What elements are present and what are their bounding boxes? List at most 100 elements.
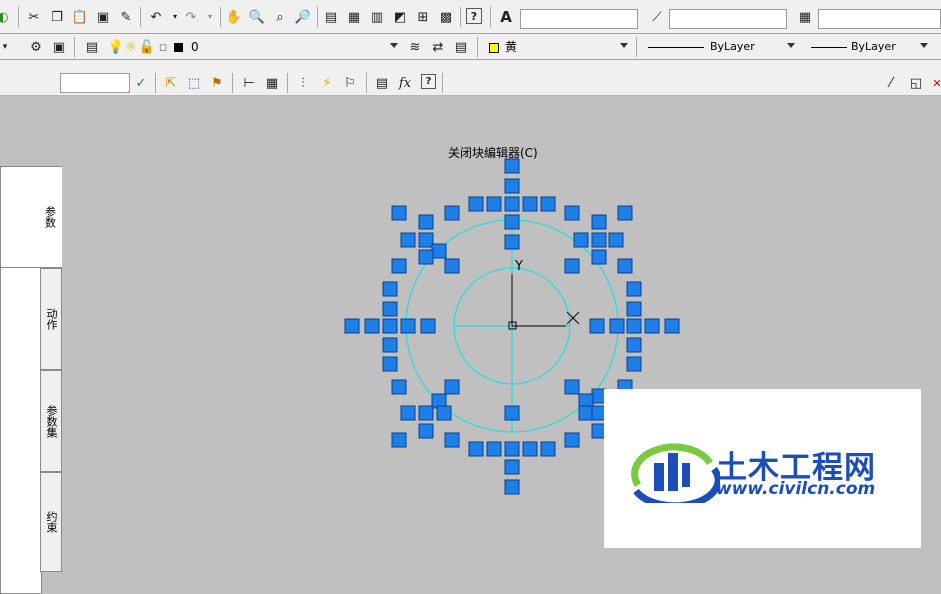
plot-icon[interactable]: ▫ bbox=[154, 38, 172, 56]
grip-square[interactable] bbox=[431, 393, 447, 409]
grip-square[interactable] bbox=[468, 196, 484, 212]
redo-dropdown-icon[interactable]: ▾ bbox=[201, 8, 219, 26]
grip-square[interactable] bbox=[504, 405, 520, 421]
grip-square[interactable] bbox=[591, 214, 607, 230]
text-style-select[interactable] bbox=[520, 9, 638, 29]
lineweight-select[interactable]: ByLayer bbox=[804, 37, 932, 57]
linear-param-icon[interactable]: ⊢ bbox=[240, 74, 258, 92]
grip-square[interactable] bbox=[540, 441, 556, 457]
make-current-layer-icon[interactable]: ≋ bbox=[406, 38, 424, 56]
grip-square[interactable] bbox=[382, 318, 398, 334]
close-block-editor-button[interactable]: 关闭块编辑器(C) bbox=[448, 144, 538, 162]
point-param-icon[interactable]: ⬚ bbox=[185, 74, 203, 92]
grip-square[interactable] bbox=[504, 441, 520, 457]
grip-square[interactable] bbox=[418, 423, 434, 439]
grip-square[interactable] bbox=[444, 258, 460, 274]
grip-square[interactable] bbox=[608, 232, 624, 248]
grip-square[interactable] bbox=[564, 432, 580, 448]
layer-state-icon[interactable]: ▣ bbox=[50, 38, 68, 56]
grip-square[interactable] bbox=[436, 405, 452, 421]
paste-icon[interactable]: 📋 bbox=[71, 8, 89, 26]
grip-square[interactable] bbox=[540, 196, 556, 212]
grip-square[interactable] bbox=[644, 318, 660, 334]
block-table-icon[interactable]: ▦ bbox=[263, 74, 281, 92]
properties-icon[interactable]: ▤ bbox=[322, 8, 340, 26]
zoom-window-icon[interactable]: ⌕ bbox=[271, 8, 289, 26]
outer-circle[interactable] bbox=[405, 219, 619, 433]
grip-square[interactable] bbox=[626, 281, 642, 297]
authoring-icon[interactable]: ⇱ bbox=[162, 74, 180, 92]
grip-square[interactable] bbox=[591, 232, 607, 248]
grip-square[interactable] bbox=[391, 432, 407, 448]
redo-icon[interactable]: ↷ bbox=[182, 8, 200, 26]
grip-square[interactable] bbox=[418, 232, 434, 248]
pan-icon[interactable]: ✋ bbox=[225, 8, 243, 26]
grip-square[interactable] bbox=[364, 318, 380, 334]
attribute-icon[interactable]: ⚑ bbox=[208, 74, 226, 92]
dim-style-select[interactable] bbox=[669, 9, 787, 29]
layer-settings-icon[interactable]: ⚙ bbox=[27, 38, 45, 56]
grip-square[interactable] bbox=[486, 441, 502, 457]
lightning-icon[interactable]: ⚡ bbox=[318, 74, 336, 92]
markup-icon[interactable]: ⊞ bbox=[414, 8, 432, 26]
grip-square[interactable] bbox=[504, 214, 520, 230]
grip-square[interactable] bbox=[418, 249, 434, 265]
layer-select[interactable]: 0 bbox=[186, 37, 402, 57]
grip-square[interactable] bbox=[609, 318, 625, 334]
grip-square[interactable] bbox=[573, 232, 589, 248]
grip-square[interactable] bbox=[400, 232, 416, 248]
grip-square[interactable] bbox=[400, 318, 416, 334]
grip-square[interactable] bbox=[564, 205, 580, 221]
close-icon[interactable]: ✕ bbox=[928, 74, 941, 92]
design-center-icon[interactable]: ▦ bbox=[345, 8, 363, 26]
grip-square[interactable] bbox=[391, 205, 407, 221]
save-block-icon[interactable]: ✓ bbox=[132, 74, 150, 92]
zoom-realtime-icon[interactable]: 🔍 bbox=[248, 8, 266, 26]
grip-square[interactable] bbox=[504, 479, 520, 495]
grip-square[interactable] bbox=[522, 441, 538, 457]
grip-square[interactable] bbox=[444, 432, 460, 448]
grip-square[interactable] bbox=[468, 441, 484, 457]
parameters-manager-button[interactable]: fx bbox=[396, 74, 414, 92]
grip-square[interactable] bbox=[617, 205, 633, 221]
color-select[interactable]: 黄 bbox=[484, 37, 632, 57]
sheet-set-icon[interactable]: ◩ bbox=[391, 8, 409, 26]
grip-square[interactable] bbox=[382, 301, 398, 317]
table-style-select[interactable] bbox=[818, 9, 941, 29]
tab-constraints[interactable]: 约束 bbox=[40, 472, 62, 572]
brush-icon[interactable]: ✎ bbox=[117, 8, 135, 26]
grip-square[interactable] bbox=[664, 318, 680, 334]
grip-square[interactable] bbox=[504, 178, 520, 194]
grip-square[interactable] bbox=[522, 196, 538, 212]
linetype-select[interactable]: ByLayer bbox=[641, 37, 799, 57]
tab-actions[interactable]: 动作 bbox=[40, 268, 62, 370]
workspace-dropdown-icon[interactable]: ▾ bbox=[0, 38, 14, 56]
grip-square[interactable] bbox=[486, 196, 502, 212]
toggle-icon[interactable]: ⁄ bbox=[882, 74, 900, 92]
grip-square[interactable] bbox=[626, 318, 642, 334]
grip-square[interactable] bbox=[626, 301, 642, 317]
help-icon[interactable]: ? bbox=[466, 8, 482, 24]
grip-square[interactable] bbox=[504, 196, 520, 212]
calculator-icon[interactable]: ▩ bbox=[437, 8, 455, 26]
grip-square[interactable] bbox=[444, 379, 460, 395]
grip-square[interactable] bbox=[382, 337, 398, 353]
copy-icon[interactable]: ❐ bbox=[48, 8, 66, 26]
constraint-icon[interactable]: ▤ bbox=[373, 74, 391, 92]
inner-circle[interactable] bbox=[453, 267, 571, 385]
grip-square[interactable] bbox=[591, 249, 607, 265]
grip-square[interactable] bbox=[626, 337, 642, 353]
grip-square[interactable] bbox=[391, 379, 407, 395]
grip-square[interactable] bbox=[382, 356, 398, 372]
undo-icon[interactable]: ↶ bbox=[147, 8, 165, 26]
grip-square[interactable] bbox=[578, 405, 594, 421]
grip-square[interactable] bbox=[344, 318, 360, 334]
zoom-previous-icon[interactable]: 🔎 bbox=[294, 8, 312, 26]
grip-square[interactable] bbox=[617, 258, 633, 274]
grip-square[interactable] bbox=[504, 234, 520, 250]
grip-square[interactable] bbox=[504, 459, 520, 475]
layer-match-icon[interactable]: ▤ bbox=[452, 38, 470, 56]
grip-square[interactable] bbox=[400, 405, 416, 421]
grip-square[interactable] bbox=[420, 318, 436, 334]
grip-square[interactable] bbox=[391, 258, 407, 274]
